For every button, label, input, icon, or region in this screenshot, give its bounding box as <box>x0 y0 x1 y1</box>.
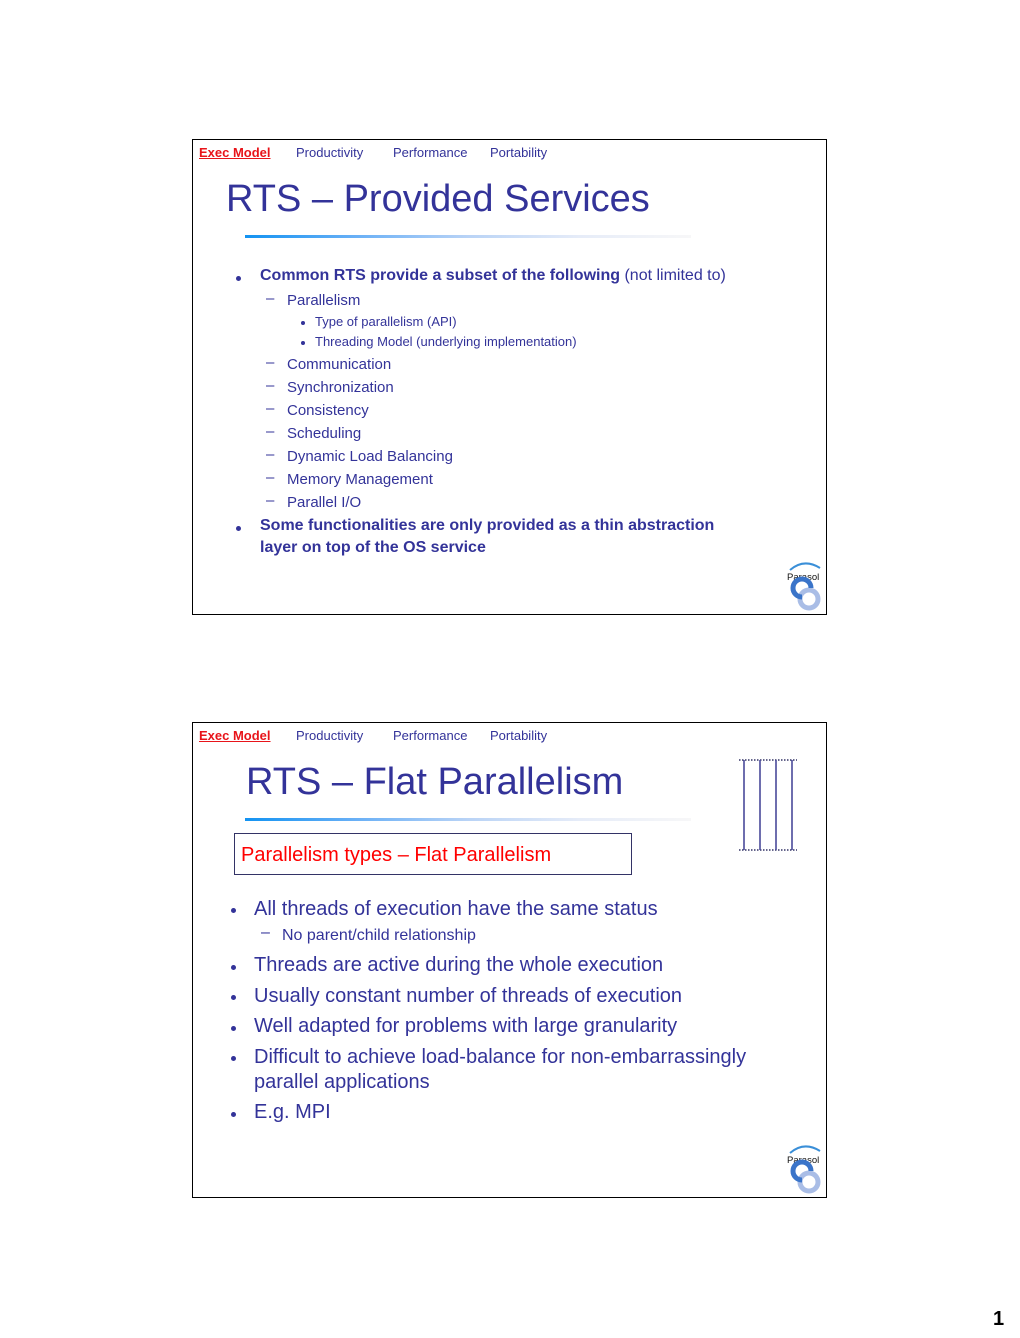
nav-item-productivity[interactable]: Productivity <box>296 728 363 743</box>
slide-title: RTS – Provided Services <box>226 178 650 220</box>
bullet-icon <box>231 1056 236 1061</box>
sub-item: Synchronization <box>287 379 394 396</box>
parasol-logo-icon: Parasol <box>787 1145 821 1194</box>
dash-icon: – <box>266 290 275 307</box>
bullet-text: E.g. MPI <box>254 1101 331 1123</box>
bullet-icon <box>231 1112 236 1117</box>
callout-text: Parallelism types – Flat Parallelism <box>241 844 552 866</box>
slide-title: RTS – Flat Parallelism <box>246 761 624 803</box>
dash-icon: – <box>266 469 275 486</box>
title-underline <box>245 235 691 238</box>
nav-item-portability[interactable]: Portability <box>490 728 547 743</box>
bullet-text: Threads are active during the whole exec… <box>254 954 664 976</box>
nav-item-performance[interactable]: Performance <box>393 728 467 743</box>
page-number: 1 <box>993 1308 1005 1330</box>
sub-item: Consistency <box>287 402 369 419</box>
bullet-text: Well adapted for problems with large gra… <box>254 1015 678 1037</box>
bullet-icon <box>301 321 305 325</box>
bullet-icon <box>231 965 236 970</box>
callout-box: Parallelism types – Flat Parallelism <box>234 833 632 875</box>
sub-item: Parallelism <box>287 292 361 309</box>
sub-sub-item: Type of parallelism (API) <box>315 314 457 329</box>
bullet-icon <box>236 276 241 281</box>
dash-icon: – <box>266 354 275 371</box>
bullet-normal-text: (not limited to) <box>620 267 726 284</box>
title-underline <box>245 818 691 821</box>
dash-icon: – <box>266 423 275 440</box>
slide-flat-parallelism: Exec Model Productivity Performance Port… <box>192 722 827 1198</box>
bullet-text: parallel applications <box>254 1071 430 1093</box>
bullet-text-line: layer on top of the OS service <box>260 539 486 556</box>
parasol-logo-icon: Parasol <box>787 562 821 611</box>
bullet-icon <box>231 1026 236 1031</box>
nav-item-exec-model[interactable]: Exec Model <box>199 145 271 160</box>
bullet-text: All threads of execution have the same s… <box>254 898 658 920</box>
sub-item: Parallel I/O <box>287 494 362 511</box>
sub-item: Communication <box>287 356 392 373</box>
sub-item: Dynamic Load Balancing <box>287 448 453 465</box>
bullet-icon <box>231 908 236 913</box>
nav-item-productivity[interactable]: Productivity <box>296 145 363 160</box>
sub-item: No parent/child relationship <box>282 927 476 944</box>
bullet-text-line: Some functionalities are only provided a… <box>260 517 715 534</box>
dash-icon: – <box>266 492 275 509</box>
bullet-text: Difficult to achieve load-balance for no… <box>254 1046 747 1068</box>
nav-item-exec-model[interactable]: Exec Model <box>199 728 271 743</box>
bullet-icon <box>301 341 305 345</box>
parasol-logo: Parasol <box>784 1139 824 1195</box>
dash-icon: – <box>266 446 275 463</box>
slide-provided-services: Exec Model Productivity Performance Port… <box>192 139 827 615</box>
parasol-logo: Parasol <box>784 556 824 612</box>
nav-item-portability[interactable]: Portability <box>490 145 547 160</box>
sub-sub-item: Threading Model (underlying implementati… <box>315 334 577 349</box>
dash-icon: – <box>266 400 275 417</box>
flat-threads-diagram <box>739 759 797 851</box>
bullet-icon <box>231 995 236 1000</box>
bullet-text: Usually constant number of threads of ex… <box>254 985 683 1007</box>
sub-item: Scheduling <box>287 425 362 442</box>
dash-icon: – <box>266 377 275 394</box>
bullet-icon <box>236 526 241 531</box>
dash-icon: – <box>261 924 270 941</box>
bullet-bold-text: Common RTS provide a subset of the follo… <box>260 267 621 284</box>
nav-item-performance[interactable]: Performance <box>393 145 467 160</box>
bullet-text: Common RTS provide a subset of the follo… <box>260 267 726 285</box>
sub-item: Memory Management <box>287 471 433 488</box>
